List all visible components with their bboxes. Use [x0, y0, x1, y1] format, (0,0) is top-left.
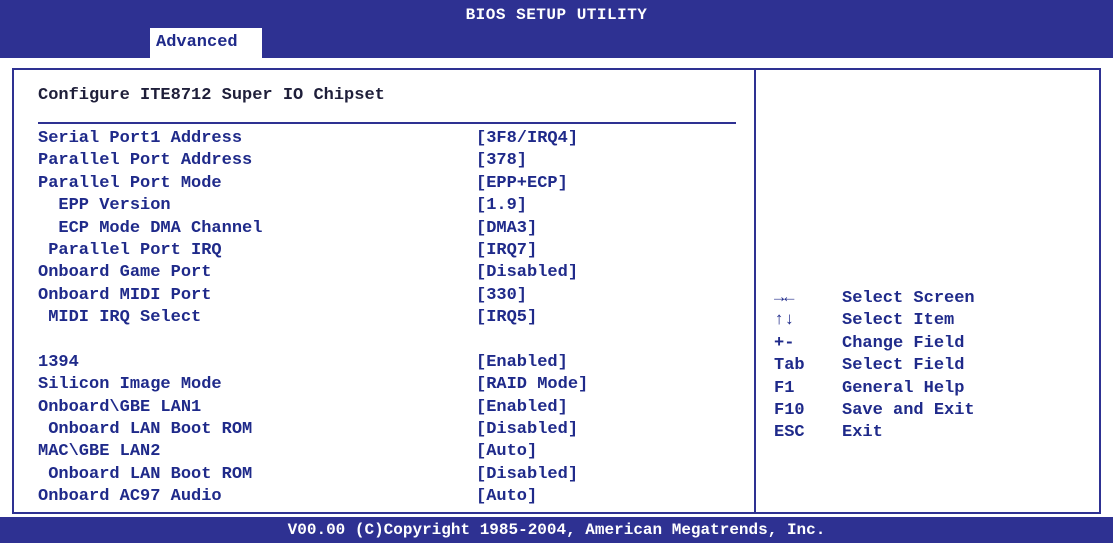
setting-row[interactable]: Parallel Port Mode [EPP+ECP] [38, 173, 738, 195]
setting-row[interactable]: Onboard AC97 Audio [Auto] [38, 486, 738, 508]
setting-value[interactable]: [330] [476, 285, 527, 307]
footer-bar: V00.00 (C)Copyright 1985-2004, American … [0, 517, 1113, 543]
setting-label: Onboard LAN Boot ROM [38, 464, 253, 484]
help-desc: Save and Exit [842, 400, 975, 420]
setting-label: ECP Mode DMA Channel [38, 218, 263, 238]
help-key: ESC [774, 423, 805, 443]
help-key: +- [774, 333, 795, 353]
setting-row[interactable]: MAC\GBE LAN2 [Auto] [38, 441, 738, 463]
setting-label: Serial Port1 Address [38, 129, 243, 148]
section-divider [38, 122, 736, 124]
setting-label: 1394 [38, 352, 79, 372]
help-key: →← [774, 289, 795, 308]
help-key: Tab [774, 356, 805, 376]
setting-value[interactable]: [Auto] [476, 486, 537, 508]
setting-label: Parallel Port IRQ [38, 240, 222, 260]
tab-advanced[interactable]: Advanced [150, 28, 262, 58]
help-desc: Change Field [842, 333, 965, 353]
help-desc: Select Item [842, 311, 955, 331]
setting-label: Onboard MIDI Port [38, 285, 212, 305]
settings-list: Serial Port1 Address [3F8/IRQ4] Parallel P… [38, 128, 738, 509]
setting-row[interactable]: MIDI IRQ Select [IRQ5] [38, 307, 738, 329]
setting-value[interactable]: [IRQ5] [476, 307, 537, 329]
setting-value[interactable]: [IRQ7] [476, 240, 537, 262]
setting-label: Onboard\GBE LAN1 [38, 397, 202, 417]
setting-value[interactable]: [1.9] [476, 195, 527, 217]
setting-row[interactable]: Parallel Port Address [378] [38, 150, 738, 172]
setting-value[interactable]: [Auto] [476, 441, 537, 463]
setting-value[interactable]: [Enabled] [476, 397, 568, 419]
setting-value[interactable]: [DMA3] [476, 218, 537, 240]
setting-row[interactable]: 1394 [Enabled] [38, 352, 738, 374]
setting-row[interactable]: Onboard\GBE LAN1 [Enabled] [38, 397, 738, 419]
setting-row[interactable]: Onboard Game Port [Disabled] [38, 262, 738, 284]
setting-label: Parallel Port Mode [38, 173, 222, 193]
help-key: F10 [774, 400, 805, 420]
section-title: Configure ITE8712 Super IO Chipset [38, 86, 385, 105]
setting-label: Parallel Port Address [38, 151, 253, 171]
setting-row[interactable]: ECP Mode DMA Channel [DMA3] [38, 218, 738, 240]
setting-row[interactable]: Onboard LAN Boot ROM [Disabled] [38, 464, 738, 486]
setting-row[interactable]: Onboard LAN Boot ROM [Disabled] [38, 419, 738, 441]
setting-value[interactable]: [Disabled] [476, 262, 578, 284]
setting-value[interactable]: [RAID Mode] [476, 374, 588, 396]
main-frame: Configure ITE8712 Super IO Chipset Seria… [12, 68, 1101, 514]
help-desc: Exit [842, 423, 883, 443]
setting-label: Onboard AC97 Audio [38, 487, 222, 507]
setting-label: EPP Version [38, 196, 171, 216]
setting-label: Onboard LAN Boot ROM [38, 420, 253, 440]
setting-value[interactable]: [Enabled] [476, 352, 568, 374]
setting-label: Onboard Game Port [38, 263, 212, 283]
help-desc: Select Screen [842, 289, 975, 308]
help-key: F1 [774, 378, 795, 398]
setting-value[interactable]: [Disabled] [476, 464, 578, 486]
setting-label: MIDI IRQ Select [38, 308, 202, 328]
setting-value[interactable]: [EPP+ECP] [476, 173, 568, 195]
help-key: ↑↓ [774, 311, 795, 331]
panel-divider [754, 70, 756, 512]
setting-row[interactable]: Parallel Port IRQ [IRQ7] [38, 240, 738, 262]
title-bar: BIOS SETUP UTILITY Advanced [0, 0, 1113, 58]
setting-row[interactable]: Onboard MIDI Port [330] [38, 285, 738, 307]
setting-row[interactable]: EPP Version [1.9] [38, 195, 738, 217]
setting-value[interactable]: [378] [476, 150, 527, 172]
bios-title: BIOS SETUP UTILITY [465, 6, 648, 24]
setting-label: MAC\GBE LAN2 [38, 442, 161, 462]
setting-label: Silicon Image Mode [38, 375, 222, 395]
blank-row [38, 330, 738, 352]
setting-row[interactable]: Silicon Image Mode [RAID Mode] [38, 374, 738, 396]
setting-value[interactable]: [Disabled] [476, 419, 578, 441]
setting-value[interactable]: [3F8/IRQ4] [476, 128, 578, 150]
help-desc: General Help [842, 378, 965, 398]
setting-row[interactable]: Serial Port1 Address [3F8/IRQ4] [38, 128, 738, 150]
help-desc: Select Field [842, 356, 965, 376]
